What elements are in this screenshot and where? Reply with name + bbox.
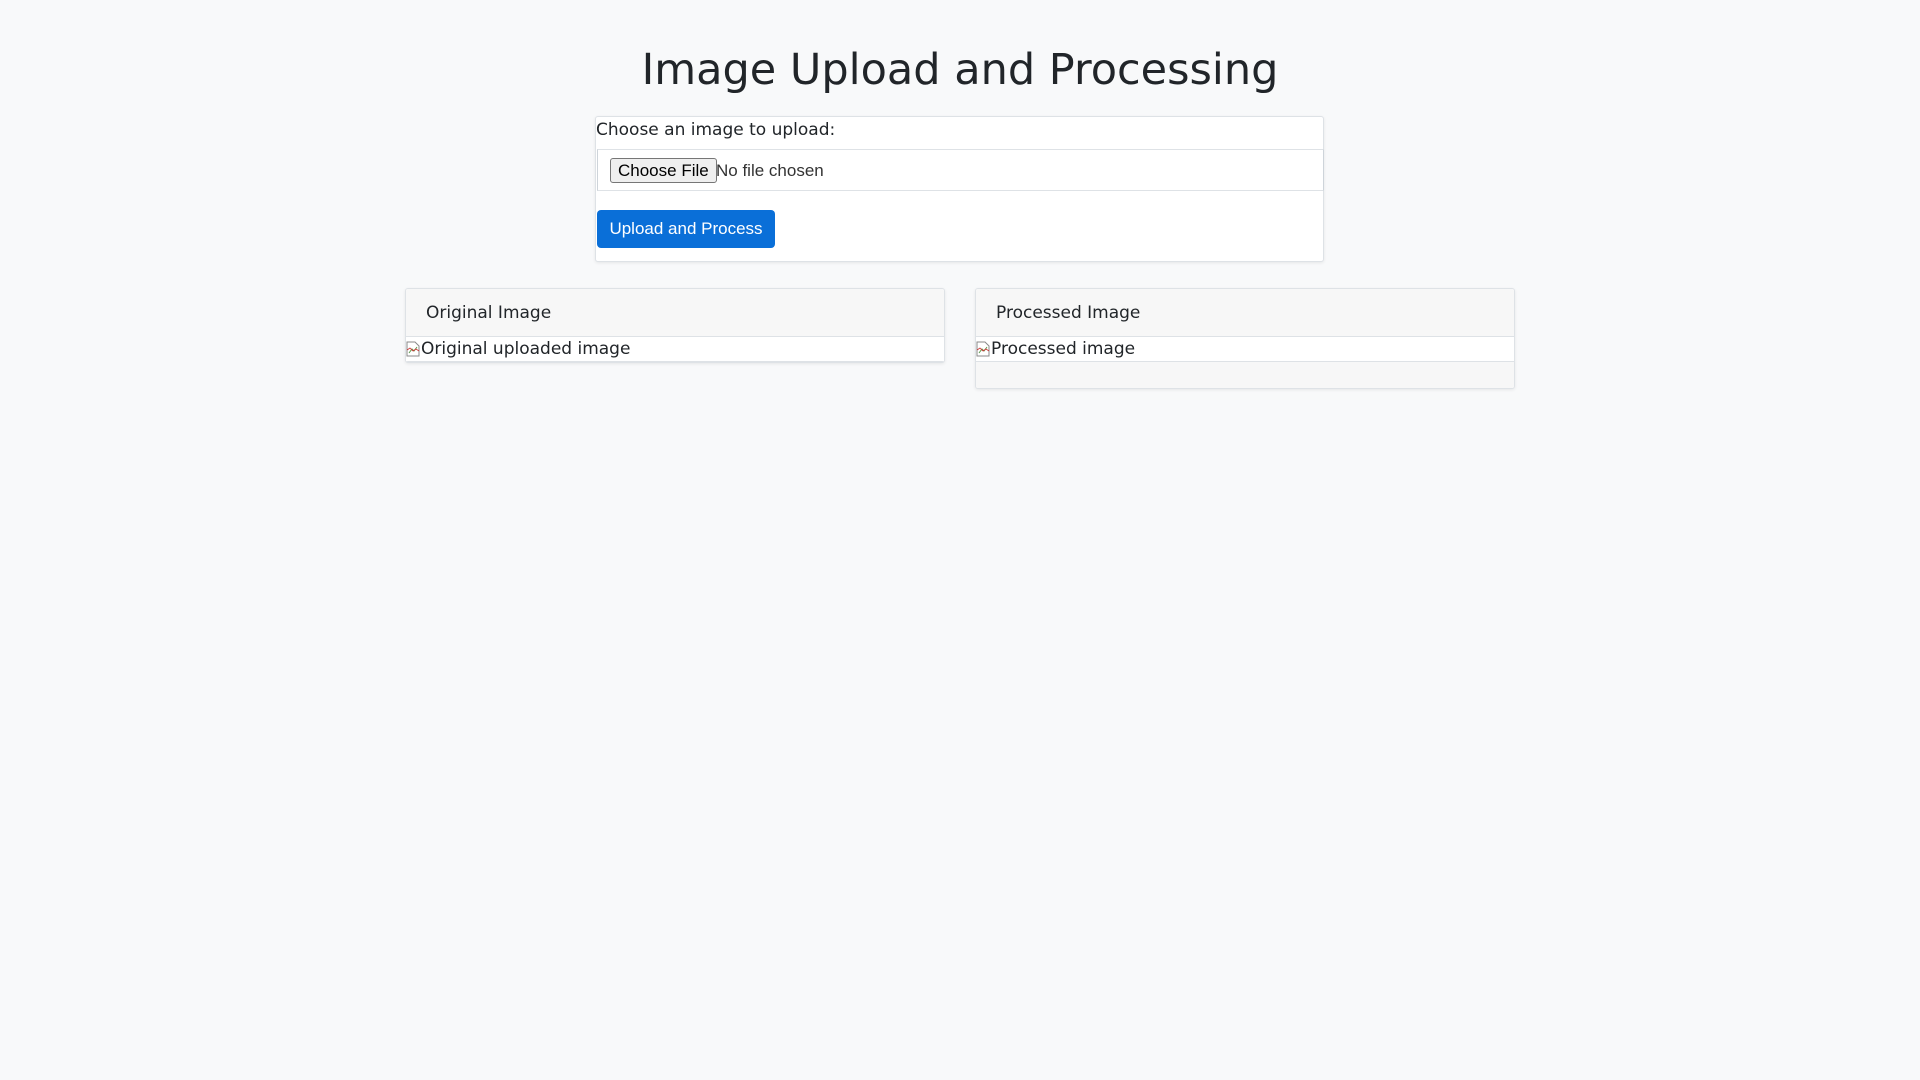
broken-image-icon: [406, 341, 420, 357]
original-image-card: Original Image Original uploaded image: [405, 288, 945, 363]
upload-and-process-button[interactable]: Upload and Process: [597, 210, 775, 248]
processed-image-alt-text: Processed image: [991, 339, 1136, 359]
processed-image-card-footer: [976, 362, 1514, 388]
original-image: Original uploaded image: [406, 338, 630, 360]
choose-file-button[interactable]: Choose File: [610, 158, 717, 183]
upload-label: Choose an image to upload:: [596, 120, 836, 140]
broken-image-icon: [976, 341, 990, 357]
processed-image-card-header: Processed Image: [976, 289, 1514, 337]
file-input[interactable]: Choose File No file chosen: [597, 149, 1324, 191]
page-title: Image Upload and Processing: [641, 45, 1279, 95]
original-image-card-header: Original Image: [406, 289, 944, 337]
processed-image-card-body: Processed image: [976, 337, 1514, 362]
processed-image-card: Processed Image Processed image: [975, 288, 1515, 389]
file-status-text: No file chosen: [716, 161, 824, 180]
original-image-card-body: Original uploaded image: [406, 337, 944, 362]
processed-image: Processed image: [976, 338, 1135, 360]
upload-form-card: Choose an image to upload: Choose File N…: [595, 116, 1324, 262]
original-image-alt-text: Original uploaded image: [421, 339, 631, 359]
